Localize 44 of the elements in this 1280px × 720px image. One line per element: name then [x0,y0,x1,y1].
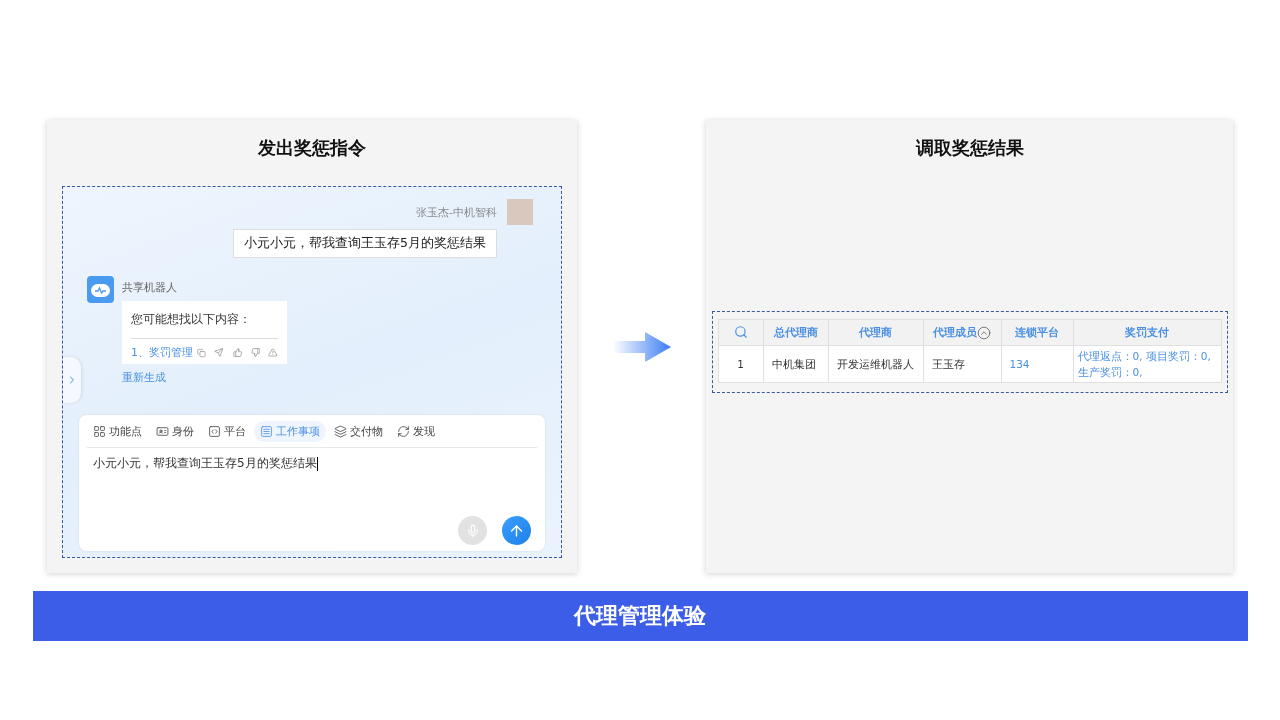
table-cell: 开发运维机器人 [828,345,923,383]
thumbs-up-icon[interactable] [233,346,243,359]
refresh-icon [397,425,410,438]
user-name: 张玉杰-中机智科 [416,204,497,220]
layers-icon [334,425,347,438]
composer-tab[interactable]: 平台 [202,421,252,442]
column-title: 总代理商 [773,325,818,340]
column-title: 代理成员 [933,325,977,340]
panel-title: 发出奖惩指令 [258,136,366,160]
send-icon[interactable] [213,346,224,359]
thumbs-down-icon[interactable] [250,346,261,359]
composer-tab[interactable]: 功能点 [87,421,148,442]
composer-tab[interactable]: 身份 [150,421,200,442]
arrow-right-icon [612,331,671,362]
user-message: 小元小元，帮我查询王玉存5月的奖惩结果 [233,229,497,258]
panel-title: 调取奖惩结果 [915,136,1024,160]
bot-name: 共享机器人 [122,280,178,295]
code-icon [208,425,221,438]
bot-reply-text: 您可能想找以下内容： [131,311,278,339]
table-cell: 中机集团 [763,345,828,383]
composer-tab[interactable]: 交付物 [328,421,389,442]
column-title: 奖罚支付 [1125,325,1169,340]
grid-icon [93,425,106,438]
message-input[interactable]: 小元小元，帮我查询王玉存5月的奖惩结果 [87,448,537,479]
row-number: 1 [718,345,763,383]
copy-icon[interactable] [197,346,206,359]
title-banner: 代理管理体验 [32,591,1248,641]
warning-icon[interactable] [268,346,278,359]
column-title: 代理商 [859,325,892,340]
column-title: 连锁平台 [1015,325,1059,340]
photo-placeholder [507,199,533,225]
list-icon [260,425,273,438]
id-card-icon [156,425,169,438]
table-cell[interactable]: 代理返点：0, 项目奖罚：0, 生产奖罚：0, [1073,345,1221,383]
table-cell: 王玉存 [923,345,1001,383]
microphone-button[interactable] [458,516,487,545]
microphone-icon [465,523,480,538]
sort-icon[interactable] [977,325,991,340]
search-icon[interactable] [733,324,748,339]
result-link[interactable]: 1、奖罚管理 [131,345,193,360]
robot-icon [87,276,114,303]
send-button[interactable] [502,516,531,545]
side-toggle[interactable] [63,357,81,403]
composer-tab[interactable]: 发现 [391,421,441,442]
